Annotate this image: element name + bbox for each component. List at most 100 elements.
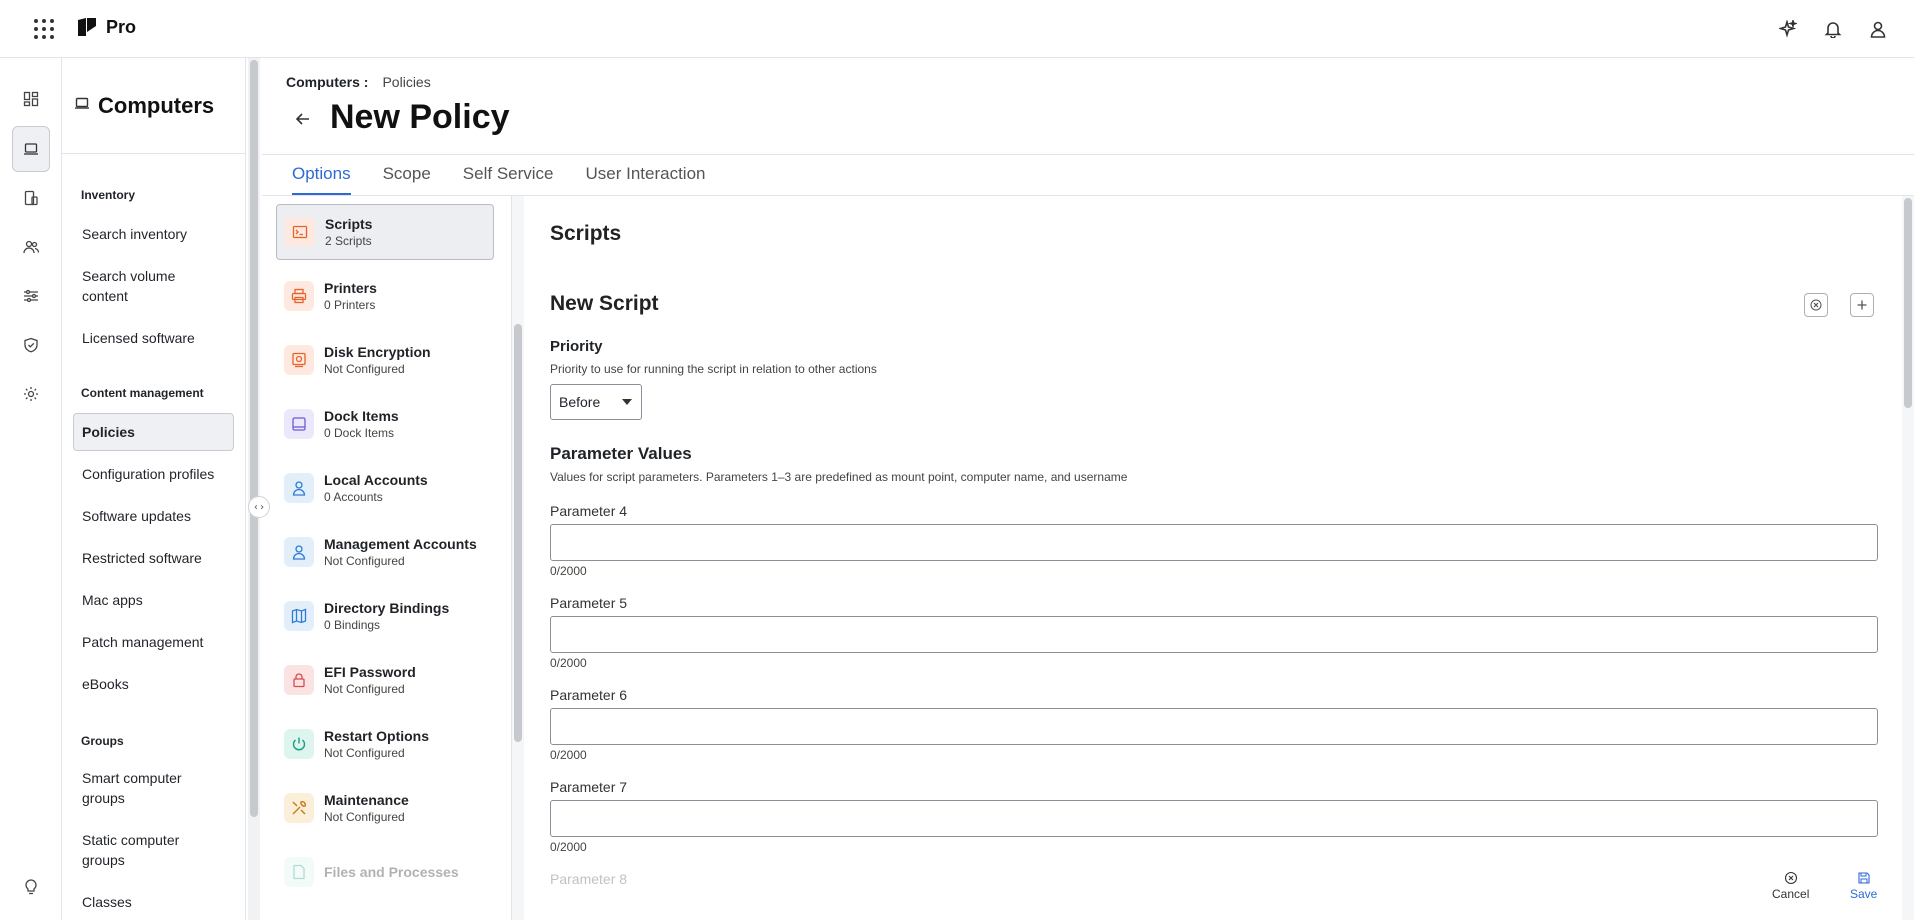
add-script-button[interactable]	[1850, 293, 1874, 317]
option-title: Printers	[324, 280, 377, 296]
option-title: Files and Processes	[324, 864, 459, 880]
power-icon	[284, 729, 314, 759]
sidebar-header: Computers	[62, 58, 245, 154]
option-restart-options[interactable]: Restart Options Not Configured	[276, 716, 494, 772]
option-files-and-processes[interactable]: Files and Processes	[276, 844, 494, 900]
sidebar-item-search-inventory[interactable]: Search inventory	[62, 224, 222, 244]
sparkle-icon[interactable]	[1775, 16, 1800, 41]
breadcrumb: Computers : Policies	[286, 74, 431, 90]
option-directory-bindings[interactable]: Directory Bindings 0 Bindings	[276, 588, 494, 644]
dock-icon	[284, 409, 314, 439]
laptop-icon	[74, 95, 90, 116]
option-subtitle: Not Configured	[324, 554, 405, 568]
sidebar-section-groups: Groups	[81, 734, 124, 748]
sidebar-item-restricted-software[interactable]: Restricted software	[62, 548, 222, 568]
option-local-accounts[interactable]: Local Accounts 0 Accounts	[276, 460, 494, 516]
parameter-5-label: Parameter 5	[550, 595, 628, 611]
brand[interactable]: Pro	[76, 16, 136, 38]
shield-icon[interactable]	[12, 326, 50, 364]
sidebar-item-policies[interactable]: Policies	[73, 413, 234, 451]
save-button[interactable]: Save	[1850, 871, 1878, 901]
sidebar-item-classes[interactable]: Classes	[62, 892, 222, 912]
priority-label: Priority	[550, 338, 603, 355]
top-bar: Pro	[0, 0, 1914, 58]
breadcrumb-parent[interactable]: Computers	[286, 74, 360, 90]
option-management-accounts[interactable]: Management Accounts Not Configured	[276, 524, 494, 580]
gear-icon[interactable]	[12, 375, 50, 413]
option-title: Directory Bindings	[324, 600, 450, 616]
script-title: New Script	[550, 292, 659, 315]
parameter-8-label: Parameter 8	[550, 871, 628, 887]
save-label: Save	[1850, 887, 1878, 901]
sidebar-item-mac-apps[interactable]: Mac apps	[62, 590, 222, 610]
option-title: Restart Options	[324, 728, 430, 744]
tools-icon	[284, 793, 314, 823]
parameter-6-counter: 0/2000	[550, 748, 587, 762]
option-subtitle: Not Configured	[324, 810, 405, 824]
lock-icon	[284, 665, 314, 695]
parameter-6-label: Parameter 6	[550, 687, 628, 703]
sidebar-item-licensed-software[interactable]: Licensed software	[62, 328, 222, 348]
option-efi-password[interactable]: EFI Password Not Configured	[276, 652, 494, 708]
tab-bar: Options Scope Self Service User Interact…	[292, 164, 706, 195]
sidebar-item-ebooks[interactable]: eBooks	[62, 674, 222, 694]
printer-icon	[284, 281, 314, 311]
options-scrollbar[interactable]	[512, 196, 524, 920]
script-form: Scripts New Script Priority Priority to …	[526, 196, 1902, 920]
apps-grid-icon[interactable]	[30, 17, 54, 41]
parameter-7-counter: 0/2000	[550, 840, 587, 854]
option-title: Maintenance	[324, 792, 409, 808]
tab-options[interactable]: Options	[292, 164, 351, 195]
option-title: Scripts	[325, 216, 373, 232]
sidebar-item-search-volume-content[interactable]: Search volume content	[62, 266, 192, 306]
remove-script-button[interactable]	[1804, 293, 1828, 317]
management-account-icon	[284, 537, 314, 567]
dashboard-icon[interactable]	[12, 80, 50, 118]
sidebar-item-static-computer-groups[interactable]: Static computer groups	[62, 830, 182, 870]
tab-scope[interactable]: Scope	[383, 164, 431, 195]
tab-self-service[interactable]: Self Service	[463, 164, 554, 195]
option-subtitle: 0 Bindings	[324, 618, 381, 632]
back-arrow-icon[interactable]	[294, 110, 312, 128]
parameter-4-input[interactable]	[550, 524, 1878, 561]
parameter-7-input[interactable]	[550, 800, 1878, 837]
breadcrumb-separator: :	[363, 74, 369, 90]
settings-sliders-icon[interactable]	[12, 277, 50, 315]
option-scripts[interactable]: Scripts 2 Scripts	[276, 204, 494, 260]
icon-rail	[0, 58, 62, 920]
option-printers[interactable]: Printers 0 Printers	[276, 268, 494, 324]
bell-icon[interactable]	[1820, 16, 1845, 41]
sidebar-item-smart-computer-groups[interactable]: Smart computer groups	[62, 768, 182, 808]
computer-icon[interactable]	[12, 126, 50, 172]
option-title: Local Accounts	[324, 472, 428, 488]
parameter-7-label: Parameter 7	[550, 779, 628, 795]
map-icon	[284, 601, 314, 631]
sidebar-scrollbar[interactable]	[248, 58, 260, 920]
parameter-6-input[interactable]	[550, 708, 1878, 745]
parameter-values-help: Values for script parameters. Parameters…	[550, 470, 1128, 484]
file-icon	[284, 857, 314, 887]
account-icon	[284, 473, 314, 503]
option-title: Dock Items	[324, 408, 399, 424]
cancel-button[interactable]: Cancel	[1772, 871, 1810, 901]
parameter-4-label: Parameter 4	[550, 503, 628, 519]
cancel-icon	[1784, 871, 1797, 885]
sidebar-item-configuration-profiles[interactable]: Configuration profiles	[62, 464, 222, 484]
terminal-icon	[285, 217, 315, 247]
sidebar-item-software-updates[interactable]: Software updates	[62, 506, 222, 526]
chevron-down-icon	[622, 399, 633, 405]
option-disk-encryption[interactable]: Disk Encryption Not Configured	[276, 332, 494, 388]
devices-icon[interactable]	[12, 179, 50, 217]
lightbulb-icon[interactable]	[12, 868, 50, 906]
parameter-5-input[interactable]	[550, 616, 1878, 653]
users-icon[interactable]	[12, 228, 50, 266]
option-dock-items[interactable]: Dock Items 0 Dock Items	[276, 396, 494, 452]
option-maintenance[interactable]: Maintenance Not Configured	[276, 780, 494, 836]
form-scrollbar[interactable]	[1902, 196, 1914, 920]
priority-select[interactable]: Before	[550, 384, 642, 420]
sidebar-item-patch-management[interactable]: Patch management	[62, 632, 222, 652]
user-icon[interactable]	[1865, 16, 1890, 41]
logo-icon	[76, 16, 98, 38]
cancel-label: Cancel	[1772, 887, 1810, 901]
tab-user-interaction[interactable]: User Interaction	[586, 164, 706, 195]
